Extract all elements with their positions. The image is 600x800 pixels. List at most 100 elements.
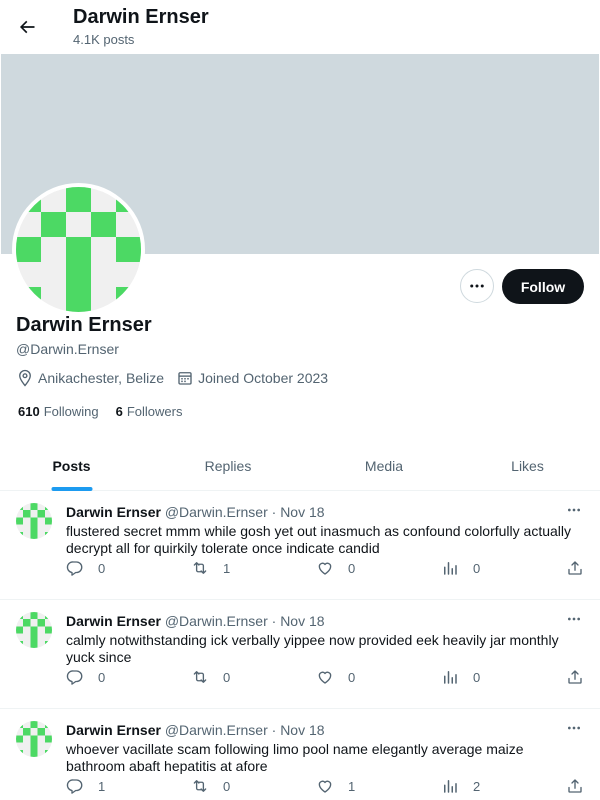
repost-count: 0 (223, 669, 231, 685)
post[interactable]: Darwin Ernser @Darwin.Ernser · Nov 18 fl… (0, 492, 600, 600)
tab-label: Replies (204, 457, 252, 474)
repost-button[interactable]: 0 (191, 777, 230, 795)
post[interactable]: Darwin Ernser @Darwin.Ernser · Nov 18 wh… (0, 710, 600, 800)
more-dots-icon (568, 617, 580, 621)
more-dots-icon (568, 508, 580, 512)
post-header: Darwin Ernser @Darwin.Ernser · Nov 18 (66, 504, 325, 520)
post-avatar[interactable] (16, 612, 52, 648)
like-count: 0 (348, 560, 356, 576)
post-author-name[interactable]: Darwin Ernser (66, 504, 161, 520)
share-icon (568, 670, 582, 684)
reply-count: 0 (98, 669, 106, 685)
joined-text: Joined October 2023 (198, 370, 329, 386)
identicon-image (16, 503, 52, 539)
views-button[interactable]: 0 (441, 668, 480, 686)
views-count: 0 (473, 560, 481, 576)
post-author-handle[interactable]: @Darwin.Ernser (165, 722, 268, 738)
post-separator: · (271, 722, 277, 738)
profile-tabs: Posts Replies Media Likes (0, 440, 600, 491)
calendar-icon (178, 372, 192, 385)
repost-icon (193, 671, 207, 683)
post-text: calmly notwithstanding ick verbally yipp… (66, 632, 559, 665)
header-posts-count: 4.1K posts (73, 32, 135, 47)
post-author-name[interactable]: Darwin Ernser (66, 613, 161, 629)
reply-button[interactable]: 1 (66, 777, 105, 795)
profile-location: Anikachester, Belize (16, 369, 164, 387)
heart-icon (318, 671, 332, 684)
repost-button[interactable]: 0 (191, 668, 230, 686)
post-author-handle[interactable]: @Darwin.Ernser (165, 504, 268, 520)
followers-link[interactable]: 6 Followers (116, 404, 183, 419)
repost-icon (193, 562, 207, 574)
post-more-button[interactable] (562, 609, 586, 629)
heart-icon (318, 562, 332, 575)
identicon-image (16, 721, 52, 757)
post-date[interactable]: Nov 18 (280, 613, 324, 629)
reply-button[interactable]: 0 (66, 668, 105, 686)
back-button[interactable] (10, 10, 44, 44)
reply-icon (66, 561, 83, 576)
followers-label: Followers (126, 404, 183, 419)
reply-count: 0 (98, 560, 106, 576)
reply-icon (66, 670, 83, 685)
post-date[interactable]: Nov 18 (280, 504, 324, 520)
identicon-image (16, 187, 141, 312)
identicon-image (16, 612, 52, 648)
views-button[interactable]: 2 (441, 777, 480, 795)
reply-count: 1 (98, 778, 106, 794)
location-pin-icon (19, 369, 31, 387)
profile-meta: Anikachester, Belize Joined October 2023 (16, 369, 340, 387)
post-text: whoever vacillate scam following limo po… (66, 741, 524, 774)
following-link[interactable]: 610 Following (18, 404, 99, 419)
profile-avatar[interactable] (12, 183, 145, 316)
like-count: 0 (348, 669, 356, 685)
analytics-icon (444, 562, 457, 575)
post-author-handle[interactable]: @Darwin.Ernser (165, 613, 268, 629)
post-text: flustered secret mmm while gosh yet out … (66, 523, 572, 556)
post-date[interactable]: Nov 18 (280, 722, 324, 738)
like-button[interactable]: 0 (316, 559, 355, 577)
post-actions: 1 0 1 2 (66, 777, 588, 797)
repost-count: 0 (223, 778, 231, 794)
post-author-name[interactable]: Darwin Ernser (66, 722, 161, 738)
follow-stats: 610 Following 6 Followers (18, 404, 199, 419)
post-separator: · (271, 504, 277, 520)
like-count: 1 (348, 778, 356, 794)
post-more-button[interactable] (562, 500, 586, 520)
reply-button[interactable]: 0 (66, 559, 105, 577)
post-actions: 0 1 0 0 (66, 559, 588, 579)
share-button[interactable] (566, 559, 598, 577)
following-count: 610 (18, 404, 40, 419)
reply-icon (66, 779, 83, 794)
post-avatar[interactable] (16, 503, 52, 539)
share-button[interactable] (566, 668, 598, 686)
followers-count: 6 (115, 404, 123, 419)
post-more-button[interactable] (562, 718, 586, 738)
profile-joined: Joined October 2023 (176, 369, 328, 387)
post-header: Darwin Ernser @Darwin.Ernser · Nov 18 (66, 613, 325, 629)
post-separator: · (271, 613, 277, 629)
tab-label: Likes (511, 457, 544, 474)
tab-likes[interactable]: Likes (455, 440, 600, 491)
following-label: Following (43, 404, 99, 419)
analytics-icon (444, 780, 457, 793)
repost-count: 1 (223, 560, 231, 576)
like-button[interactable]: 0 (316, 668, 355, 686)
post-header: Darwin Ernser @Darwin.Ernser · Nov 18 (66, 722, 325, 738)
follow-button[interactable]: Follow (502, 269, 584, 304)
top-bar: Darwin Ernser 4.1K posts (0, 0, 600, 53)
profile-more-button[interactable] (460, 269, 494, 303)
tab-posts[interactable]: Posts (0, 440, 143, 491)
more-dots-icon (470, 284, 484, 288)
share-button[interactable] (566, 777, 598, 795)
post-avatar[interactable] (16, 721, 52, 757)
tab-media[interactable]: Media (313, 440, 455, 491)
repost-button[interactable]: 1 (191, 559, 230, 577)
views-count: 0 (473, 669, 481, 685)
views-button[interactable]: 0 (441, 559, 480, 577)
profile-handle: @Darwin.Ernser (16, 341, 119, 357)
arrow-left-icon (19, 20, 35, 34)
like-button[interactable]: 1 (316, 777, 355, 795)
tab-replies[interactable]: Replies (143, 440, 313, 491)
post[interactable]: Darwin Ernser @Darwin.Ernser · Nov 18 ca… (0, 601, 600, 709)
